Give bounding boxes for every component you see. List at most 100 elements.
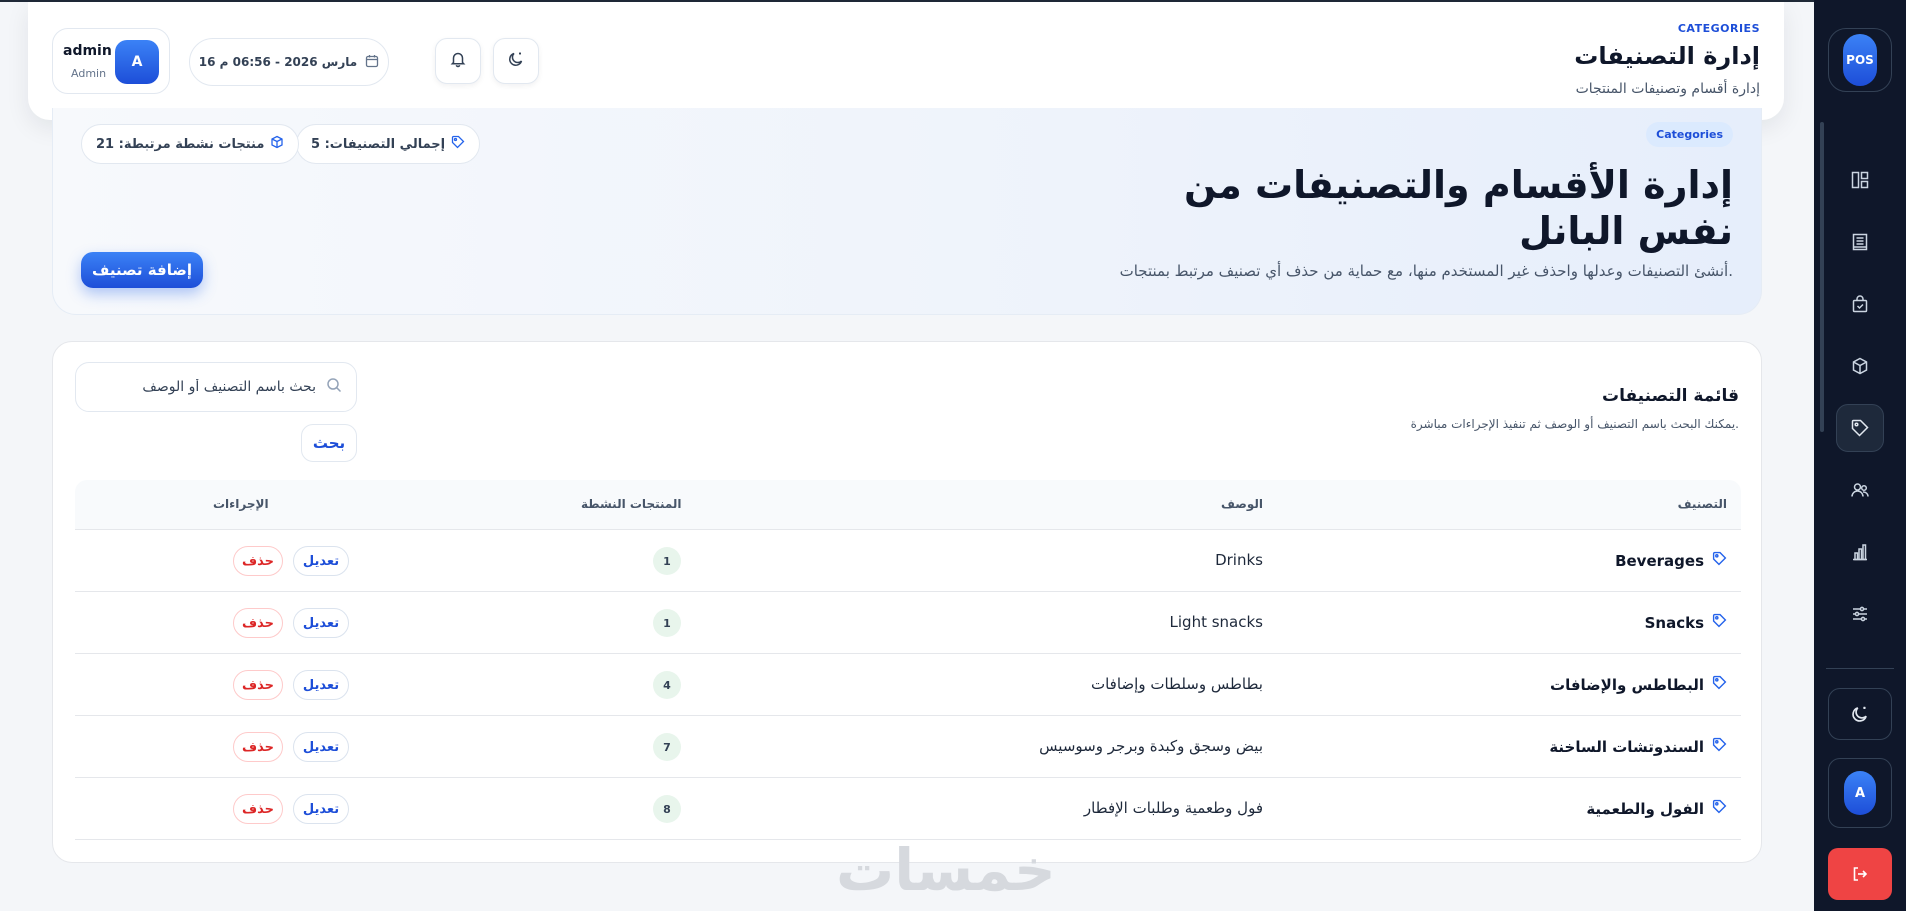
- users-icon: [1851, 483, 1869, 497]
- date-text: 16 مارس 2026 - 06:56 م: [198, 55, 358, 69]
- app-logo[interactable]: POS: [1828, 28, 1892, 92]
- active-products-count: 8: [653, 795, 681, 823]
- tag-icon: [1712, 799, 1727, 818]
- category-name-cell: السندوتشات الساخنة: [1549, 737, 1727, 756]
- calendar-icon: [365, 54, 379, 71]
- table-row: الفول والطعمية فول وطعمية وطلبات الإفطار…: [75, 778, 1741, 840]
- hero-panel: Categories إدارة الأقسام والتصنيفات من ن…: [52, 108, 1762, 315]
- category-name: البطاطس والإضافات: [1550, 675, 1704, 694]
- column-description: الوصف: [1220, 497, 1263, 511]
- box-icon: [1852, 357, 1868, 375]
- logout-icon: [1853, 867, 1868, 881]
- logo-text: POS: [1843, 34, 1877, 86]
- search-icon: [326, 377, 342, 397]
- category-name-cell: Snacks: [1645, 613, 1727, 632]
- category-description: بطاطس وسلطات وإضافات: [1090, 675, 1263, 693]
- category-name: الفول والطعمية: [1586, 799, 1704, 818]
- sidebar-item-categories[interactable]: [1836, 404, 1884, 452]
- hero-description: أنشئ التصنيفات وعدلها واحذف غير المستخدم…: [1119, 262, 1733, 280]
- linked-products-text: منتجات نشطة مرتبطة: 21: [96, 136, 265, 152]
- avatar: A: [1844, 771, 1876, 815]
- sidebar-item-products[interactable]: [1836, 342, 1884, 390]
- chart-icon: [1853, 544, 1867, 561]
- column-name: التصنيف: [1677, 497, 1727, 511]
- tag-icon: [1712, 675, 1727, 694]
- sidebar-item-dashboard[interactable]: [1836, 156, 1884, 204]
- active-products-count: 4: [653, 671, 681, 699]
- moon-icon: [1852, 706, 1867, 722]
- sidebar-item-reports[interactable]: [1836, 528, 1884, 576]
- sidebar-divider: [1826, 668, 1894, 669]
- tag-icon: [1851, 419, 1869, 437]
- date-chip: 16 مارس 2026 - 06:56 م: [189, 38, 389, 86]
- category-name: السندوتشات الساخنة: [1549, 737, 1704, 756]
- category-name: Snacks: [1644, 613, 1704, 632]
- notifications-button[interactable]: [435, 38, 481, 84]
- delete-button[interactable]: حذف: [233, 608, 283, 638]
- tag-icon: [451, 135, 465, 153]
- table-header: التصنيف الوصف المنتجات النشطة الإجراءات: [75, 480, 1741, 530]
- shopping-bag-icon: [1852, 295, 1868, 313]
- delete-button[interactable]: حذف: [233, 670, 283, 700]
- page-header: CATEGORIES إدارة التصنيفات إدارة أقسام و…: [28, 2, 1784, 120]
- edit-button[interactable]: تعديل: [293, 670, 349, 700]
- sidebar-theme-toggle[interactable]: [1828, 688, 1892, 740]
- search-box: [75, 362, 357, 412]
- category-name-cell: البطاطس والإضافات: [1550, 675, 1727, 694]
- add-category-button[interactable]: إضافة تصنيف: [81, 252, 203, 288]
- user-menu[interactable]: A admin Admin: [52, 28, 170, 94]
- box-icon: [270, 135, 284, 153]
- sidebar-scrollbar[interactable]: [1820, 122, 1824, 432]
- avatar: A: [115, 40, 159, 84]
- list-subtitle: يمكنك البحث باسم التصنيف أو الوصف ثم تنف…: [1410, 417, 1739, 431]
- header-kicker: CATEGORIES: [1677, 22, 1760, 35]
- watermark: خمسات: [836, 836, 1056, 904]
- column-active-products: المنتجات النشطة: [581, 497, 682, 511]
- page-subtitle: إدارة أقسام وتصنيفات المنتجات: [1575, 81, 1760, 97]
- table-row: Beverages Drinks 1 تعديل حذف: [75, 530, 1741, 592]
- moon-icon: [507, 50, 525, 72]
- user-name: admin: [63, 43, 112, 59]
- list-title: قائمة التصنيفات: [1601, 386, 1739, 406]
- delete-button[interactable]: حذف: [233, 794, 283, 824]
- sidebar-user[interactable]: A: [1828, 758, 1892, 828]
- sidebar: POS A: [1814, 0, 1906, 911]
- tag-icon: [1712, 551, 1727, 570]
- hero-title: إدارة الأقسام والتصنيفات من نفس البانل: [1184, 163, 1733, 253]
- categories-card: قائمة التصنيفات يمكنك البحث باسم التصنيف…: [52, 341, 1762, 863]
- active-products-count: 1: [653, 609, 681, 637]
- sidebar-item-orders[interactable]: [1836, 218, 1884, 266]
- active-products-count: 1: [653, 547, 681, 575]
- edit-button[interactable]: تعديل: [293, 608, 349, 638]
- sidebar-item-users[interactable]: [1836, 466, 1884, 514]
- edit-button[interactable]: تعديل: [293, 732, 349, 762]
- category-description: فول وطعمية وطلبات الإفطار: [1083, 799, 1263, 817]
- hero-badge: Categories: [1646, 122, 1733, 147]
- sidebar-item-sales[interactable]: [1836, 280, 1884, 328]
- logout-button[interactable]: [1828, 848, 1892, 900]
- category-description: بيض وسجق وكبدة وبرجر وسوسيس: [1039, 737, 1263, 755]
- category-description: Light snacks: [1169, 613, 1263, 631]
- edit-button[interactable]: تعديل: [293, 794, 349, 824]
- category-description: Drinks: [1215, 551, 1263, 569]
- delete-button[interactable]: حذف: [233, 546, 283, 576]
- sidebar-item-settings[interactable]: [1836, 590, 1884, 638]
- table-row: السندوتشات الساخنة بيض وسجق وكبدة وبرجر …: [75, 716, 1741, 778]
- edit-button[interactable]: تعديل: [293, 546, 349, 576]
- search-button[interactable]: بحث: [301, 424, 357, 462]
- active-products-count: 7: [653, 733, 681, 761]
- sliders-icon: [1853, 606, 1867, 622]
- linked-products-pill: منتجات نشطة مرتبطة: 21: [81, 124, 300, 164]
- column-actions: الإجراءات: [213, 497, 269, 511]
- bell-icon: [449, 50, 467, 72]
- receipt-icon: [1852, 233, 1868, 251]
- table-row: البطاطس والإضافات بطاطس وسلطات وإضافات 4…: [75, 654, 1741, 716]
- category-name: Beverages: [1615, 551, 1704, 570]
- search-input[interactable]: [96, 379, 316, 395]
- theme-toggle-button[interactable]: [493, 38, 539, 84]
- delete-button[interactable]: حذف: [233, 732, 283, 762]
- tag-icon: [1712, 737, 1727, 756]
- tag-icon: [1712, 613, 1727, 632]
- user-role: Admin: [71, 67, 107, 80]
- total-categories-pill: إجمالي التصنيفات: 5: [296, 124, 481, 164]
